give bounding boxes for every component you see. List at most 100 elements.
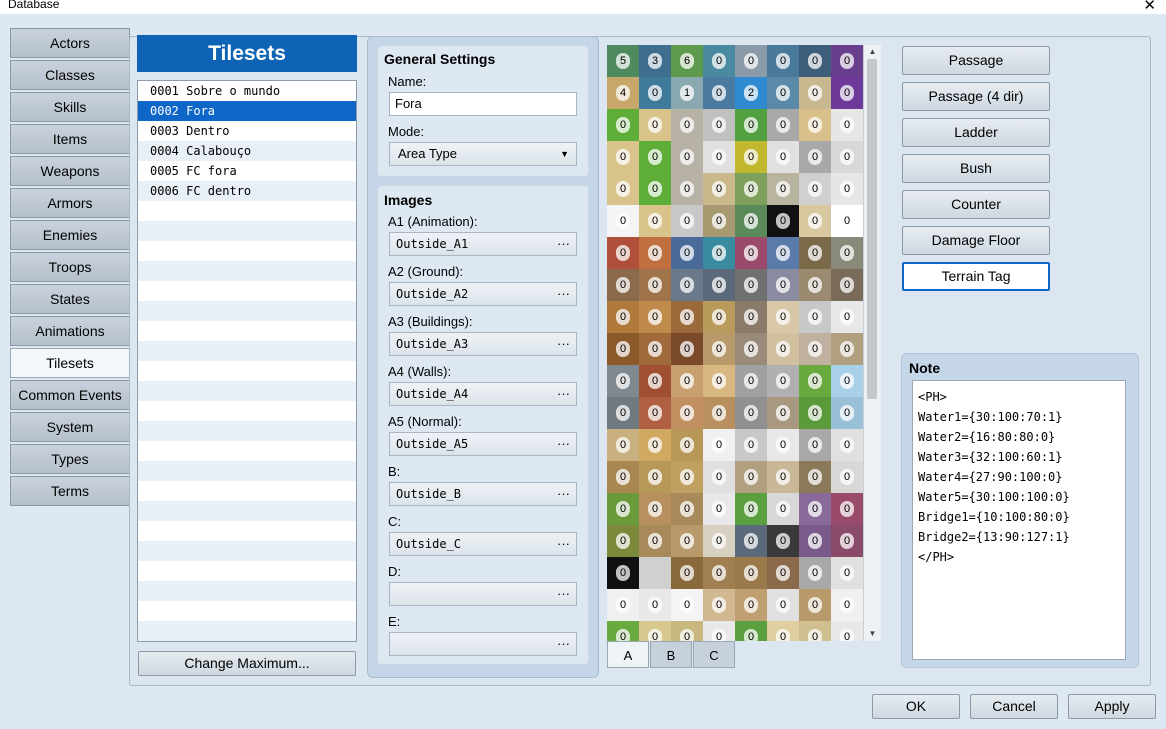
tile-cell[interactable]: 0: [703, 77, 735, 109]
tile-cell[interactable]: 0: [735, 621, 767, 641]
tile-cell[interactable]: 0: [799, 397, 831, 429]
image-slot-field[interactable]: Outside_A3 ···: [389, 332, 577, 356]
tile-cell[interactable]: 0: [767, 429, 799, 461]
tileset-row[interactable]: 0001 Sobre o mundo: [138, 81, 356, 101]
category-system[interactable]: System: [10, 412, 130, 442]
browse-icon[interactable]: ···: [557, 633, 570, 655]
flag-bush-button[interactable]: Bush: [902, 154, 1050, 183]
name-field[interactable]: Fora: [389, 92, 577, 116]
tile-cell[interactable]: 5: [607, 45, 639, 77]
tile-cell[interactable]: 0: [671, 237, 703, 269]
image-slot-field[interactable]: Outside_C ···: [389, 532, 577, 556]
tile-cell[interactable]: 0: [767, 77, 799, 109]
category-terms[interactable]: Terms: [10, 476, 130, 506]
tile-cell[interactable]: 0: [671, 493, 703, 525]
image-slot-field[interactable]: ···: [389, 582, 577, 606]
tile-cell[interactable]: 0: [671, 205, 703, 237]
cancel-button[interactable]: Cancel: [970, 694, 1058, 719]
tile-cell[interactable]: 0: [767, 525, 799, 557]
tile-cell[interactable]: 0: [607, 173, 639, 205]
scroll-up-icon[interactable]: ▲: [864, 45, 881, 59]
change-maximum-button[interactable]: Change Maximum...: [138, 651, 356, 676]
tile-cell[interactable]: 0: [607, 237, 639, 269]
tile-cell[interactable]: 0: [703, 557, 735, 589]
tile-cell[interactable]: 0: [639, 621, 671, 641]
tile-cell[interactable]: 0: [639, 589, 671, 621]
tile-cell[interactable]: 0: [703, 621, 735, 641]
tile-cell[interactable]: 0: [767, 109, 799, 141]
tile-cell[interactable]: 0: [735, 333, 767, 365]
tile-cell[interactable]: 0: [799, 205, 831, 237]
tile-cell[interactable]: 0: [799, 141, 831, 173]
tile-cell[interactable]: 0: [767, 461, 799, 493]
tile-cell[interactable]: 0: [607, 461, 639, 493]
tile-cell[interactable]: 0: [735, 557, 767, 589]
tile-cell[interactable]: 0: [639, 237, 671, 269]
tile-cell[interactable]: 0: [735, 461, 767, 493]
tile-cell[interactable]: 0: [607, 493, 639, 525]
tile-cell[interactable]: 0: [607, 301, 639, 333]
tileset-row[interactable]: 0004 Calabouço: [138, 141, 356, 161]
tile-cell[interactable]: 0: [735, 365, 767, 397]
tile-cell[interactable]: 0: [671, 525, 703, 557]
tile-cell[interactable]: 0: [639, 301, 671, 333]
tab-a[interactable]: A: [607, 641, 649, 668]
category-states[interactable]: States: [10, 284, 130, 314]
tile-cell[interactable]: 0: [799, 109, 831, 141]
tile-cell[interactable]: 0: [639, 141, 671, 173]
flag-ladder-button[interactable]: Ladder: [902, 118, 1050, 147]
tile-cell[interactable]: 0: [799, 237, 831, 269]
tile-cell[interactable]: 0: [703, 269, 735, 301]
tile-cell[interactable]: 0: [639, 365, 671, 397]
tile-cell[interactable]: 0: [799, 525, 831, 557]
tile-cell[interactable]: 0: [735, 525, 767, 557]
category-weapons[interactable]: Weapons: [10, 156, 130, 186]
flag-passage-4-dir-button[interactable]: Passage (4 dir): [902, 82, 1050, 111]
tileset-row[interactable]: 0005 FC fora: [138, 161, 356, 181]
tile-cell[interactable]: 0: [703, 45, 735, 77]
tile-cell[interactable]: 0: [735, 141, 767, 173]
browse-icon[interactable]: ···: [557, 283, 570, 305]
tile-cell[interactable]: 0: [639, 173, 671, 205]
tile-cell[interactable]: 0: [639, 493, 671, 525]
tile-cell[interactable]: 0: [831, 493, 863, 525]
tile-cell[interactable]: 0: [607, 525, 639, 557]
tile-cell[interactable]: 0: [767, 397, 799, 429]
tile-cell[interactable]: 0: [703, 173, 735, 205]
tileset-row[interactable]: 0002 Fora: [138, 101, 356, 121]
tile-cell[interactable]: 0: [831, 461, 863, 493]
tile-cell[interactable]: 0: [831, 269, 863, 301]
tile-cell[interactable]: 0: [767, 237, 799, 269]
flag-damage-floor-button[interactable]: Damage Floor: [902, 226, 1050, 255]
tile-cell[interactable]: 0: [767, 269, 799, 301]
tile-cell[interactable]: 0: [799, 301, 831, 333]
browse-icon[interactable]: ···: [557, 333, 570, 355]
tile-cell[interactable]: 0: [831, 365, 863, 397]
tile-cell[interactable]: 0: [767, 621, 799, 641]
tile-cell[interactable]: 0: [671, 333, 703, 365]
tile-cell[interactable]: 0: [639, 333, 671, 365]
note-textarea[interactable]: <PH> Water1={30:100:70:1} Water2={16:80:80…: [912, 380, 1126, 660]
category-items[interactable]: Items: [10, 124, 130, 154]
palette-scrollbar[interactable]: ▲ ▼: [863, 45, 881, 641]
tile-cell[interactable]: 0: [799, 269, 831, 301]
browse-icon[interactable]: ···: [557, 383, 570, 405]
tile-cell[interactable]: 0: [671, 141, 703, 173]
tile-cell[interactable]: 0: [799, 77, 831, 109]
tile-cell[interactable]: 0: [671, 365, 703, 397]
tile-cell[interactable]: 0: [639, 109, 671, 141]
tile-cell[interactable]: 0: [671, 173, 703, 205]
tile-cell[interactable]: 0: [735, 301, 767, 333]
tile-cell[interactable]: 0: [735, 589, 767, 621]
tile-cell[interactable]: 0: [831, 237, 863, 269]
tile-cell[interactable]: 0: [767, 205, 799, 237]
category-armors[interactable]: Armors: [10, 188, 130, 218]
tile-cell[interactable]: 0: [767, 301, 799, 333]
tile-cell[interactable]: 6: [671, 45, 703, 77]
tile-cell[interactable]: 0: [607, 109, 639, 141]
tile-cell[interactable]: 0: [831, 621, 863, 641]
tileset-row[interactable]: 0006 FC dentro: [138, 181, 356, 201]
flag-passage-button[interactable]: Passage: [902, 46, 1050, 75]
apply-button[interactable]: Apply: [1068, 694, 1156, 719]
tile-cell[interactable]: 1: [671, 77, 703, 109]
